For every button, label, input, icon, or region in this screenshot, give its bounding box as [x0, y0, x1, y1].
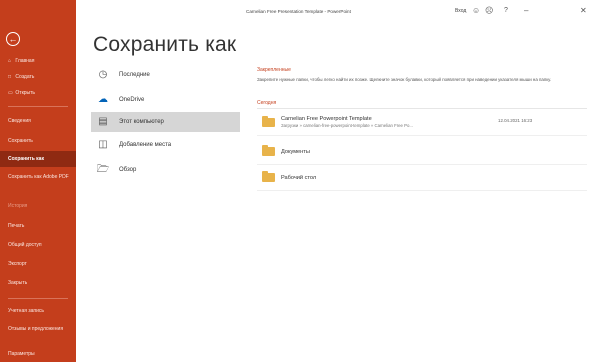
new-icon: □: [8, 74, 12, 80]
location-add-place[interactable]: ◫ Добавление места: [91, 135, 240, 155]
location-browse[interactable]: 🗁 Обзор: [91, 160, 240, 180]
folder-date: 12.04.2021 16:23: [498, 118, 533, 123]
sidebar-item-info[interactable]: Сведения: [0, 113, 76, 129]
sidebar-item-options[interactable]: Параметры: [0, 346, 76, 362]
folder-row[interactable]: Carnelian Free Powerpoint Template Загру…: [257, 110, 587, 136]
location-this-pc[interactable]: ▤ Этот компьютер: [91, 112, 240, 132]
folder-icon: [262, 145, 275, 156]
back-arrow-icon[interactable]: ←: [6, 32, 20, 46]
cloud-icon: ☁: [98, 94, 108, 105]
sidebar-item-share[interactable]: Общий доступ: [0, 237, 76, 253]
smiley-icon[interactable]: ☺: [472, 6, 480, 15]
folder-browse-icon: 🗁: [96, 164, 110, 175]
sidebar-item-save-as[interactable]: Сохранить как: [0, 151, 76, 167]
title-bar: Carnelian Free Presentation Template - P…: [76, 0, 600, 26]
folder-name: Рабочий стол: [281, 175, 317, 181]
folder-icon: [262, 171, 275, 182]
open-icon: ▭: [8, 90, 13, 96]
row-divider: [257, 135, 587, 136]
today-section-label: Сегодня: [257, 100, 277, 106]
backstage-sidebar: ← ⌂ Главная □ Создать ▭ Открыть Сведения…: [0, 0, 76, 362]
sidebar-item-new[interactable]: □ Создать: [0, 69, 76, 85]
location-onedrive[interactable]: ☁ OneDrive: [91, 90, 240, 110]
minimize-icon[interactable]: –: [524, 6, 528, 15]
folder-path: Загрузки » carnelian-free-powerpoint-tem…: [281, 123, 413, 128]
folder-name: Документы: [281, 149, 310, 155]
sign-in-link[interactable]: Вход: [455, 8, 466, 14]
sidebar-item-save-as-pdf[interactable]: Сохранить как Adobe PDF: [0, 170, 76, 192]
pinned-description: Закрепите нужные папки, чтобы легко найт…: [257, 77, 552, 82]
document-title: Carnelian Free Presentation Template - P…: [246, 9, 351, 14]
sidebar-item-home[interactable]: ⌂ Главная: [0, 53, 76, 69]
folder-row[interactable]: Документы: [257, 139, 587, 165]
sidebar-item-account[interactable]: Учетная запись: [0, 303, 76, 319]
sidebar-item-history[interactable]: История: [0, 198, 76, 214]
folder-row[interactable]: Рабочий стол: [257, 165, 587, 191]
add-place-icon: ◫: [98, 139, 108, 150]
row-divider: [257, 190, 587, 191]
close-icon[interactable]: ✕: [580, 6, 587, 15]
sidebar-divider: [8, 298, 68, 299]
folder-name: Carnelian Free Powerpoint Template: [281, 116, 372, 122]
sidebar-item-feedback[interactable]: Отзывы и предложения: [0, 322, 76, 344]
frown-icon[interactable]: ☹: [485, 6, 493, 15]
clock-icon: ◷: [98, 69, 108, 80]
sidebar-item-print[interactable]: Печать: [0, 218, 76, 234]
sidebar-item-save[interactable]: Сохранить: [0, 133, 76, 149]
sidebar-item-open[interactable]: ▭ Открыть: [0, 85, 76, 101]
sidebar-divider: [8, 106, 68, 107]
pinned-section-label: Закрепленные: [257, 67, 291, 73]
sidebar-item-export[interactable]: Экспорт: [0, 256, 76, 272]
page-title: Сохранить как: [93, 33, 237, 56]
help-icon[interactable]: ?: [504, 7, 508, 14]
location-recent[interactable]: ◷ Последние: [91, 65, 240, 85]
home-icon: ⌂: [8, 58, 12, 64]
section-divider: [257, 108, 587, 109]
folder-icon: [262, 116, 275, 127]
sidebar-item-close[interactable]: Закрыть: [0, 275, 76, 291]
computer-icon: ▤: [98, 116, 108, 127]
